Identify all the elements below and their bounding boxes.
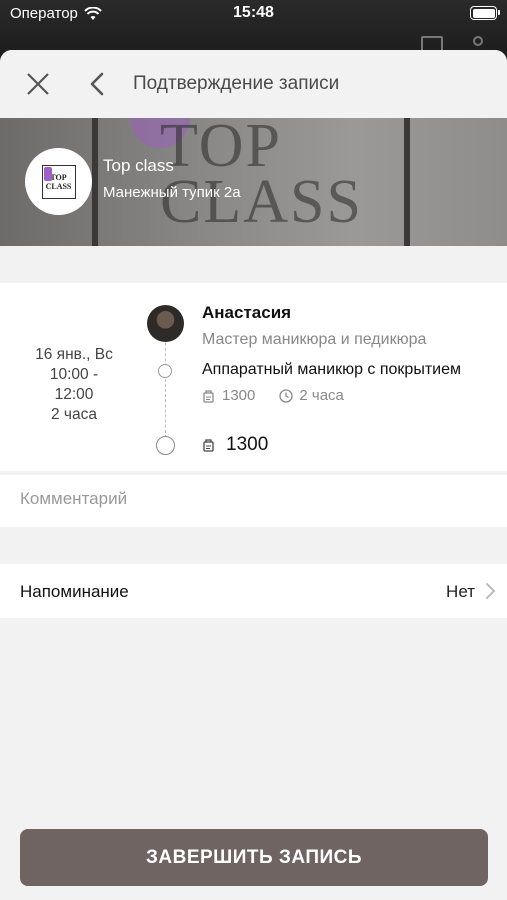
clock: 15:48 <box>233 4 274 21</box>
salon-logo: TOP CLASS <box>25 148 92 215</box>
pin-icon <box>473 36 483 46</box>
salon-address: Манежный тупик 2а <box>103 184 241 201</box>
timeline-end-dot <box>156 436 175 455</box>
price-tag-icon <box>203 389 214 403</box>
complete-booking-button[interactable]: ЗАВЕРШИТЬ ЗАПИСЬ <box>20 829 488 886</box>
reminder-value: Нет <box>446 582 475 601</box>
total-price: 1300 <box>202 434 268 456</box>
status-bar: Оператор 15:48 <box>0 0 507 28</box>
price-tag-icon <box>203 439 214 452</box>
timeline-line <box>165 343 166 438</box>
appointment-card: 16 янв., Вс 10:00 - 12:00 2 часа Анастас… <box>0 283 507 471</box>
master-role: Мастер маникюра и педикюра <box>202 331 427 348</box>
service-duration: 2 часа <box>299 387 344 404</box>
page-title: Подтверждение записи <box>133 73 340 94</box>
service-meta: 1300 2 часа <box>202 387 344 404</box>
booking-confirmation-sheet: Подтверждение записи TOP CLASS TOP CLASS … <box>0 50 507 900</box>
nav-bar: Подтверждение записи <box>0 50 507 118</box>
banner-logo-text: TOP CLASS <box>160 118 363 236</box>
appointment-date: 16 янв., Вс <box>35 346 113 363</box>
comment-row <box>0 475 507 527</box>
salon-name: Top class <box>103 156 174 175</box>
close-icon[interactable] <box>26 72 50 96</box>
comment-input[interactable] <box>20 489 480 509</box>
reminder-row[interactable]: Напоминание Нет <box>0 564 507 618</box>
salon-banner: TOP CLASS TOP CLASS Top class Манежный ту… <box>0 118 507 246</box>
appointment-time-start: 10:00 - <box>49 366 99 383</box>
appointment-duration: 2 часа <box>51 406 97 423</box>
battery-icon <box>470 6 500 20</box>
chevron-right-icon <box>486 583 496 599</box>
chevron-left-icon[interactable] <box>86 72 110 96</box>
service-price: 1300 <box>222 387 256 404</box>
master-avatar <box>147 305 184 342</box>
service-name: Аппаратный маникюр с покрытием <box>202 361 461 378</box>
master-name: Анастасия <box>202 303 292 322</box>
appointment-datetime: 16 янв., Вс 10:00 - 12:00 2 часа <box>0 345 148 425</box>
appointment-time-end: 12:00 <box>54 386 94 403</box>
timeline-dot <box>158 364 172 378</box>
total-price-value: 1300 <box>226 434 269 455</box>
reminder-label: Напоминание <box>20 582 129 601</box>
clock-icon <box>279 388 294 403</box>
